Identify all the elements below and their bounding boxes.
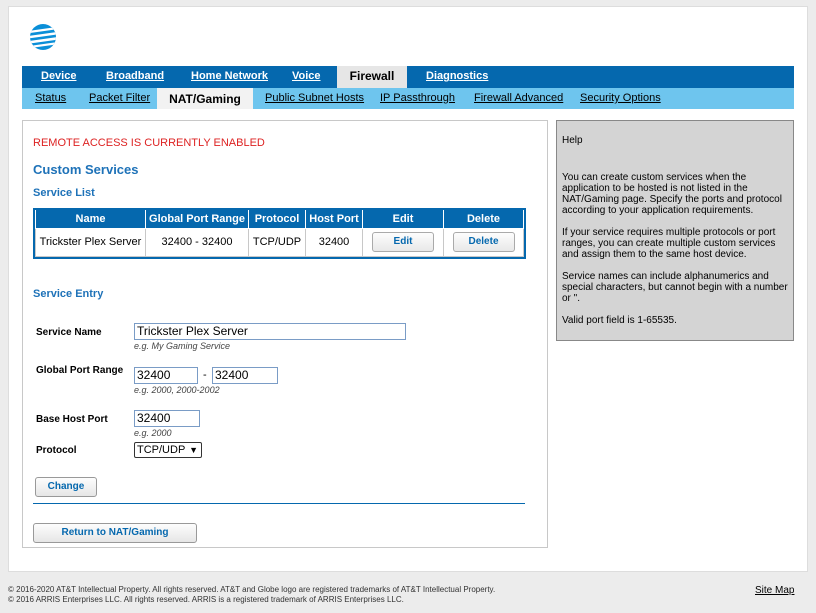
service-name-hint: e.g. My Gaming Service [134, 341, 231, 351]
port-range-label: Global Port Range [36, 365, 124, 376]
att-globe-icon [30, 24, 56, 50]
table-header-row: Name Global Port Range Protocol Host Por… [35, 210, 524, 229]
column-header-protocol: Protocol [248, 210, 306, 229]
footer-line-arris: © 2016 ARRIS Enterprises LLC. All rights… [8, 595, 404, 604]
subnav-firewall-advanced[interactable]: Firewall Advanced [474, 88, 563, 109]
footer-copyright: © 2016-2020 AT&T Intellectual Property. … [8, 585, 495, 605]
topnav-firewall[interactable]: Firewall [337, 66, 407, 88]
return-to-nat-gaming-button[interactable]: Return to NAT/Gaming [33, 523, 197, 543]
help-paragraph: Valid port field is 1-65535. [562, 315, 677, 326]
column-header-edit: Edit [362, 210, 444, 229]
service-list-heading: Service List [33, 187, 95, 199]
site-map-link[interactable]: Site Map [755, 585, 794, 596]
topnav-voice[interactable]: Voice [292, 66, 321, 88]
delete-button[interactable]: Delete [452, 232, 515, 252]
top-navigation: Device Broadband Home Network Voice Fire… [22, 66, 794, 88]
column-header-host-port: Host Port [305, 210, 363, 229]
help-paragraph: You can create custom services when the … [562, 172, 782, 216]
help-paragraph: Service names can include alphanumerics … [562, 271, 788, 304]
cell-service-name: Trickster Plex Server [35, 227, 146, 257]
service-name-label: Service Name [36, 327, 102, 338]
port-range-start-input[interactable]: 32400 [134, 367, 198, 384]
base-host-port-hint: e.g. 2000 [134, 428, 172, 438]
cell-edit: Edit [362, 227, 444, 257]
protocol-label: Protocol [36, 445, 77, 456]
table-row: Trickster Plex Server 32400 - 32400 TCP/… [35, 227, 524, 257]
column-header-delete: Delete [443, 210, 524, 229]
service-list-table: Name Global Port Range Protocol Host Por… [33, 208, 526, 259]
column-header-port-range: Global Port Range [145, 210, 249, 229]
port-range-end-input[interactable]: 32400 [212, 367, 278, 384]
subnav-packet-filter[interactable]: Packet Filter [89, 88, 150, 109]
main-content: REMOTE ACCESS IS CURRENTLY ENABLED Custo… [22, 120, 548, 548]
topnav-home-network[interactable]: Home Network [191, 66, 268, 88]
subnav-public-subnet-hosts[interactable]: Public Subnet Hosts [265, 88, 364, 109]
edit-button[interactable]: Edit [372, 232, 434, 252]
subnav-status[interactable]: Status [35, 88, 66, 109]
remote-access-warning: REMOTE ACCESS IS CURRENTLY ENABLED [33, 137, 265, 149]
section-divider [33, 503, 525, 504]
sub-navigation: Status Packet Filter NAT/Gaming Public S… [22, 88, 794, 109]
chevron-down-icon: ▼ [189, 445, 198, 455]
base-host-port-label: Base Host Port [36, 414, 108, 425]
change-button[interactable]: Change [35, 477, 97, 497]
protocol-select[interactable]: TCP/UDP ▼ [134, 442, 202, 458]
cell-port-range: 32400 - 32400 [145, 227, 249, 257]
help-paragraph: If your service requires multiple protoc… [562, 227, 776, 260]
base-host-port-input[interactable]: 32400 [134, 410, 200, 427]
protocol-select-value: TCP/UDP [137, 444, 186, 456]
topnav-diagnostics[interactable]: Diagnostics [426, 66, 488, 88]
page-title: Custom Services [33, 162, 139, 177]
topnav-broadband[interactable]: Broadband [106, 66, 164, 88]
page-container: Device Broadband Home Network Voice Fire… [8, 6, 808, 572]
port-range-hint: e.g. 2000, 2000-2002 [134, 385, 220, 395]
cell-delete: Delete [443, 227, 524, 257]
subnav-security-options[interactable]: Security Options [580, 88, 661, 109]
footer-line-att: © 2016-2020 AT&T Intellectual Property. … [8, 585, 496, 594]
subnav-ip-passthrough[interactable]: IP Passthrough [380, 88, 455, 109]
port-range-dash: - [203, 369, 207, 381]
topnav-device[interactable]: Device [41, 66, 76, 88]
column-header-name: Name [35, 210, 146, 229]
cell-host-port: 32400 [305, 227, 363, 257]
help-title: Help [562, 135, 583, 146]
cell-protocol: TCP/UDP [248, 227, 306, 257]
service-entry-heading: Service Entry [33, 288, 104, 300]
subnav-nat-gaming[interactable]: NAT/Gaming [157, 88, 253, 109]
service-name-input[interactable]: Trickster Plex Server [134, 323, 406, 340]
help-panel: Help You can create custom services when… [556, 120, 794, 341]
